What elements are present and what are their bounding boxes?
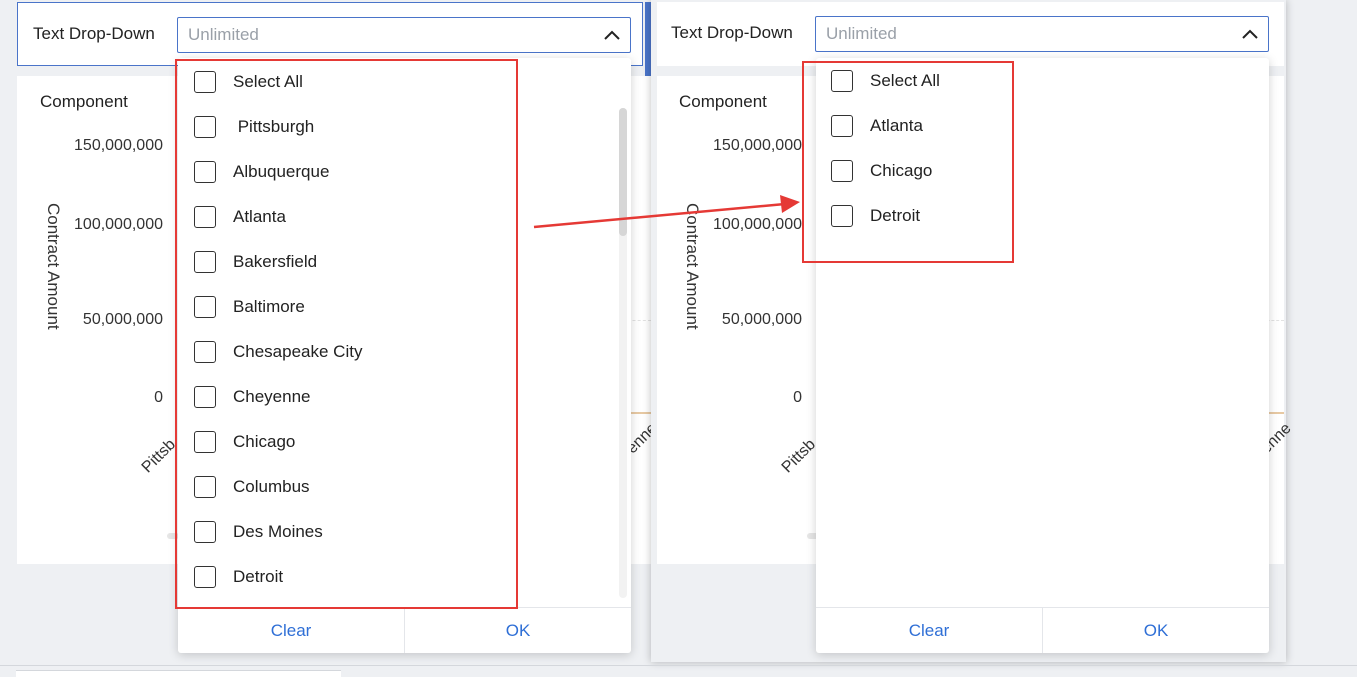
right-dropdown-input[interactable]: Unlimited: [815, 16, 1269, 52]
right-highlight-box: [802, 61, 1014, 263]
left-component-title: Component: [40, 92, 128, 111]
right-ytick-0: 150,000,000: [713, 137, 802, 154]
right-dropdown-placeholder: Unlimited: [826, 24, 897, 43]
bottom-sheet-tab[interactable]: [16, 670, 341, 677]
left-filter-label: Text Drop-Down: [33, 24, 155, 43]
chevron-up-icon[interactable]: [602, 27, 622, 43]
left-dropdown-input[interactable]: Unlimited: [177, 17, 631, 53]
right-filter-label: Text Drop-Down: [671, 23, 793, 42]
chevron-up-icon[interactable]: [1240, 26, 1260, 42]
left-filter-bar: Text Drop-Down Unlimited: [17, 2, 643, 66]
right-ok-button[interactable]: OK: [1042, 608, 1269, 653]
left-popup-footer: Clear OK: [178, 607, 631, 653]
left-y-axis-label: Contract Amount: [44, 203, 63, 330]
right-xtick-0: Pittsb: [778, 436, 820, 477]
left-ok-button[interactable]: OK: [404, 608, 631, 653]
left-ytick-3: 0: [154, 389, 163, 406]
left-clear-button[interactable]: Clear: [178, 608, 404, 653]
right-filter-bar: Text Drop-Down Unlimited: [657, 2, 1284, 66]
left-xtick-0: Pittsb: [138, 436, 180, 477]
bottom-divider: [0, 665, 1357, 666]
left-ytick-0: 150,000,000: [74, 137, 163, 154]
left-dropdown-placeholder: Unlimited: [188, 25, 259, 44]
red-arrow-icon: [533, 195, 800, 229]
right-clear-button[interactable]: Clear: [816, 608, 1042, 653]
right-ytick-3: 0: [793, 389, 802, 406]
left-highlight-box: [175, 59, 518, 609]
left-dropdown-scrollbar[interactable]: [619, 108, 627, 598]
right-popup-footer: Clear OK: [816, 607, 1269, 653]
right-component-title: Component: [679, 92, 767, 111]
